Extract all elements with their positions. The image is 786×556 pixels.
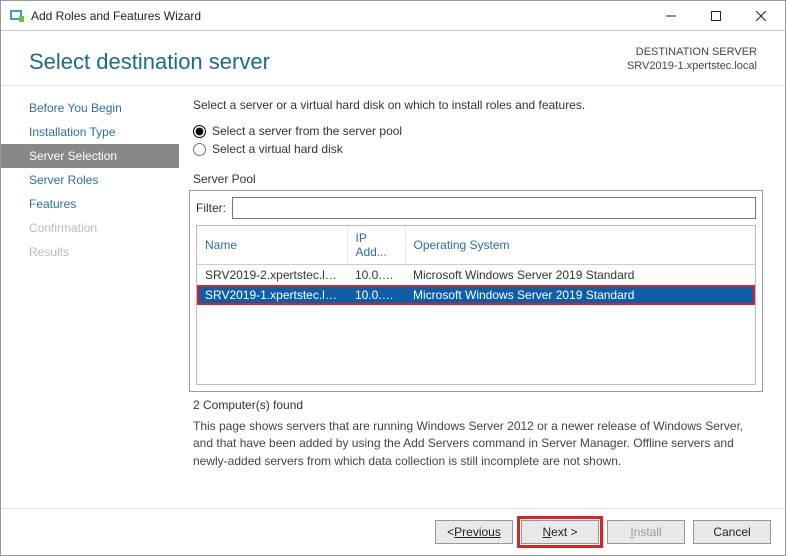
destination-label: DESTINATION SERVER — [627, 45, 757, 59]
wizard-footer: < Previous Next > Install Cancel — [1, 509, 785, 555]
previous-button[interactable]: < Previous — [435, 520, 513, 544]
cell-ip: 10.0.0.... — [347, 285, 405, 305]
radio-vhd-label: Select a virtual hard disk — [212, 142, 343, 156]
radio-server-pool[interactable]: Select a server from the server pool — [193, 124, 763, 138]
filter-row: Filter: — [196, 197, 756, 219]
nav-confirmation: Confirmation — [1, 216, 179, 240]
radio-vhd[interactable]: Select a virtual hard disk — [193, 142, 763, 156]
wizard-window: Add Roles and Features Wizard Select des… — [0, 0, 786, 556]
titlebar: Add Roles and Features Wizard — [1, 1, 785, 31]
grid-header-row: Name IP Add... Operating System — [197, 226, 755, 265]
server-grid[interactable]: Name IP Add... Operating System SRV2019-… — [196, 225, 756, 385]
page-description: This page shows servers that are running… — [189, 418, 763, 470]
nav-results: Results — [1, 240, 179, 264]
filter-label: Filter: — [196, 201, 226, 215]
nav-installation-type[interactable]: Installation Type — [1, 120, 179, 144]
wizard-sidebar: Before You Begin Installation Type Serve… — [1, 86, 179, 508]
nav-server-selection[interactable]: Server Selection — [1, 144, 179, 168]
radio-vhd-input[interactable] — [193, 143, 206, 156]
nav-features[interactable]: Features — [1, 192, 179, 216]
radio-server-pool-label: Select a server from the server pool — [212, 124, 402, 138]
next-button[interactable]: Next > — [521, 520, 599, 544]
close-button[interactable] — [738, 2, 783, 30]
cell-ip: 10.0.0.... — [347, 265, 405, 286]
col-ip[interactable]: IP Add... — [347, 226, 405, 265]
col-name[interactable]: Name — [197, 226, 347, 265]
filter-input[interactable] — [232, 197, 756, 219]
wizard-body: Before You Begin Installation Type Serve… — [1, 85, 785, 509]
install-button: Install — [607, 520, 685, 544]
destination-value: SRV2019-1.xpertstec.local — [627, 59, 757, 73]
destination-header: DESTINATION SERVER SRV2019-1.xpertstec.l… — [627, 45, 757, 74]
server-pool-box: Filter: Name IP Add... Operating System — [189, 190, 763, 392]
wizard-header: Select destination server DESTINATION SE… — [1, 31, 785, 85]
window-title: Add Roles and Features Wizard — [31, 9, 648, 23]
cancel-button[interactable]: Cancel — [693, 520, 771, 544]
nav-before-you-begin[interactable]: Before You Begin — [1, 96, 179, 120]
app-icon — [9, 8, 25, 24]
nav-server-roles[interactable]: Server Roles — [1, 168, 179, 192]
window-buttons — [648, 2, 783, 30]
cell-os: Microsoft Windows Server 2019 Standard — [405, 265, 755, 286]
table-row[interactable]: SRV2019-1.xpertstec.local 10.0.0.... Mic… — [197, 285, 755, 305]
minimize-button[interactable] — [648, 2, 693, 30]
maximize-button[interactable] — [693, 2, 738, 30]
col-os[interactable]: Operating System — [405, 226, 755, 265]
wizard-main: Select a server or a virtual hard disk o… — [179, 86, 785, 508]
cell-name: SRV2019-2.xpertstec.local — [197, 265, 347, 286]
cell-os: Microsoft Windows Server 2019 Standard — [405, 285, 755, 305]
intro-text: Select a server or a virtual hard disk o… — [189, 98, 763, 112]
cell-name: SRV2019-1.xpertstec.local — [197, 285, 347, 305]
server-pool-label: Server Pool — [193, 172, 763, 186]
computer-count: 2 Computer(s) found — [193, 398, 763, 412]
table-row[interactable]: SRV2019-2.xpertstec.local 10.0.0.... Mic… — [197, 265, 755, 286]
radio-server-pool-input[interactable] — [193, 125, 206, 138]
